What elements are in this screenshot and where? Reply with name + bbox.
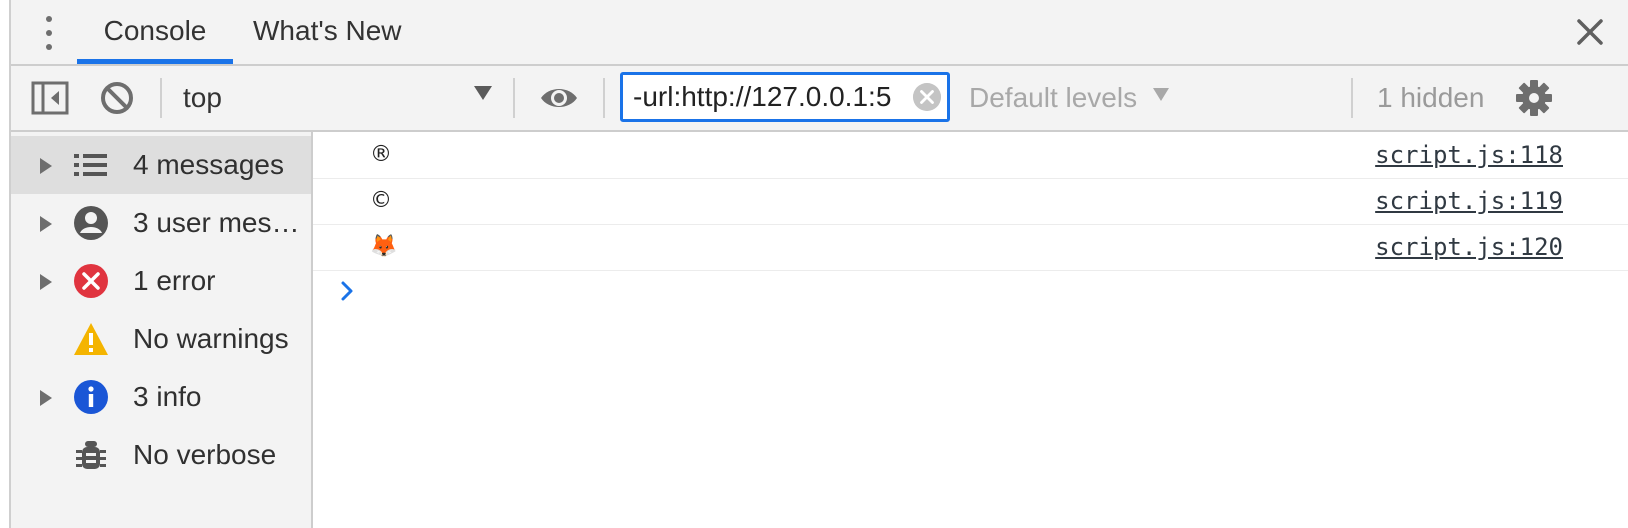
sidebar-item-label: No warnings <box>133 323 289 354</box>
levels-dropdown-arrow-icon[interactable] <box>1153 88 1169 101</box>
sidebar-item-label: No verbose <box>133 439 277 470</box>
sidebar-toggle-icon[interactable] <box>31 80 69 116</box>
console-sidebar: 4 messages 3 user messages 1 error <box>11 132 313 528</box>
bug-icon <box>76 441 106 469</box>
context-dropdown-arrow-icon[interactable] <box>474 86 492 100</box>
expand-triangle-icon[interactable] <box>40 158 52 174</box>
sidebar-item-verbose[interactable]: No verbose <box>11 426 311 484</box>
gear-icon[interactable] <box>1515 79 1553 117</box>
source-link[interactable]: script.js:118 <box>1375 132 1563 178</box>
source-link[interactable]: script.js:120 <box>1375 224 1563 270</box>
source-link[interactable]: script.js:119 <box>1375 178 1563 224</box>
devtools-panel: Console What's New top -url:http://127.0… <box>9 0 1628 528</box>
drawer-tab-bar: Console What's New <box>11 0 1628 66</box>
sidebar-item-errors[interactable]: 1 error <box>11 252 311 310</box>
sidebar-item-label: 3 user messages <box>133 207 309 238</box>
list-icon <box>74 154 107 176</box>
close-icon[interactable] <box>1574 16 1606 48</box>
console-prompt-icon[interactable] <box>337 278 357 304</box>
expand-triangle-icon[interactable] <box>40 216 52 232</box>
sidebar-item-messages[interactable]: 4 messages <box>11 136 311 194</box>
user-icon <box>74 206 108 240</box>
sidebar-item-warnings[interactable]: No warnings <box>11 310 311 368</box>
toolbar-divider <box>160 78 162 118</box>
sidebar-item-label: 4 messages <box>133 149 284 180</box>
sidebar-item-label: 1 error <box>133 265 216 296</box>
message-text: 🦊 <box>370 234 398 259</box>
sidebar-item-user-messages[interactable]: 3 user messages <box>11 194 311 252</box>
toolbar-divider <box>513 78 515 118</box>
expand-triangle-icon[interactable] <box>40 390 52 406</box>
clear-console-icon[interactable] <box>99 80 135 116</box>
toolbar-divider <box>603 78 605 118</box>
hidden-messages-count: 1 hidden <box>1377 82 1485 113</box>
clear-filter-icon[interactable] <box>913 83 941 111</box>
toolbar-divider <box>1351 78 1353 118</box>
info-icon <box>74 380 108 414</box>
sidebar-item-info[interactable]: 3 info <box>11 368 311 426</box>
console-message: © script.js:119 <box>313 178 1628 225</box>
tab-whats-new[interactable]: What's New <box>253 0 402 64</box>
warning-icon <box>74 323 108 355</box>
message-text: ® <box>370 142 392 167</box>
console-messages: ® script.js:118 © script.js:119 🦊 script… <box>313 132 1628 528</box>
message-text: © <box>370 188 392 213</box>
context-selector[interactable]: top <box>183 76 503 120</box>
live-expression-eye-icon[interactable] <box>539 84 579 112</box>
console-toolbar: top Default levels 1 hidden <box>11 66 1628 132</box>
context-selector-value: top <box>183 82 222 113</box>
more-tools-menu-icon[interactable] <box>39 14 59 52</box>
console-message: 🦊 script.js:120 <box>313 224 1628 271</box>
log-levels-dropdown[interactable]: Default levels <box>969 76 1137 120</box>
tab-console[interactable]: Console <box>77 0 233 64</box>
filter-input[interactable] <box>623 75 913 119</box>
filter-box[interactable] <box>620 72 950 122</box>
error-icon <box>74 264 108 298</box>
sidebar-item-label: 3 info <box>133 381 202 412</box>
expand-triangle-icon[interactable] <box>40 274 52 290</box>
console-message: ® script.js:118 <box>313 132 1628 179</box>
